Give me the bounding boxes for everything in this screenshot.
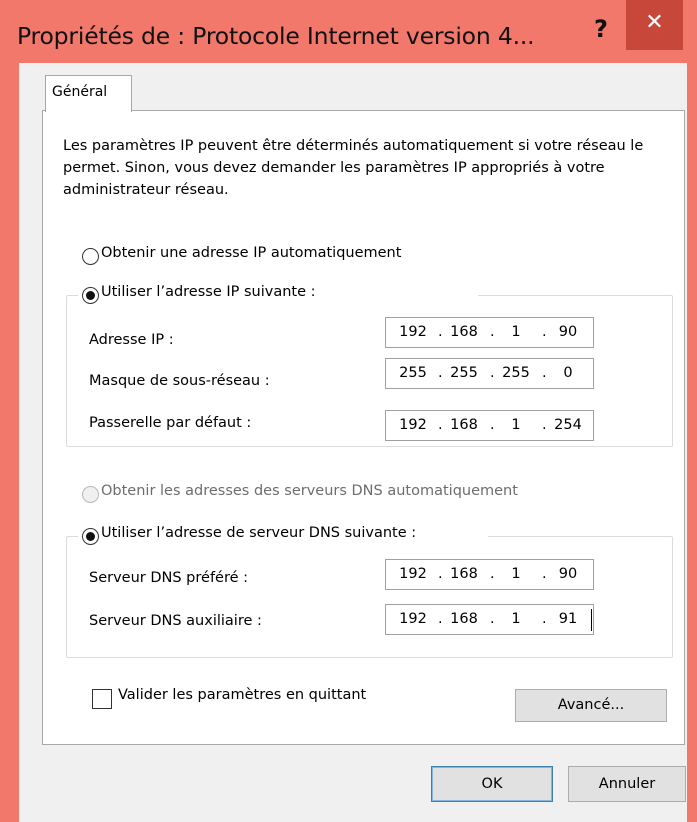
ip-octet: 255 — [502, 365, 530, 381]
ip-dot: . — [438, 417, 443, 433]
preferred-dns-label: Serveur DNS préféré : — [89, 570, 249, 586]
intro-text: Les paramètres IP peuvent être déterminé… — [63, 138, 644, 198]
ip-octet: 0 — [563, 365, 573, 381]
ip-octet: 168 — [450, 324, 478, 340]
ip-dot: . — [438, 365, 443, 381]
ip-manual-radio[interactable] — [82, 287, 99, 304]
ip-auto-radio[interactable] — [82, 248, 99, 265]
ip-dot: . — [542, 365, 547, 381]
dns-manual-radio[interactable] — [82, 528, 99, 545]
advanced-button-label: Avancé... — [557, 697, 625, 713]
close-button[interactable]: ✕ — [626, 0, 683, 50]
gateway-label: Passerelle par défaut : — [89, 415, 252, 431]
ip-dot: . — [490, 611, 495, 627]
ip-dot: . — [438, 324, 443, 340]
ip-octet: 192 — [399, 611, 427, 627]
ip-dot: . — [438, 566, 443, 582]
ip-octet: 255 — [450, 365, 478, 381]
cancel-button-label: Annuler — [598, 776, 656, 792]
ip-dot: . — [438, 611, 443, 627]
tab-general[interactable]: Général — [45, 75, 132, 112]
ip-octet: 1 — [511, 417, 521, 433]
ip-dot: . — [542, 324, 547, 340]
window-title: Propriétés de : Protocole Internet versi… — [17, 22, 535, 50]
ok-button-label: OK — [481, 776, 503, 792]
gateway-field[interactable]: 192 . 168 . 1 . 254 — [385, 410, 594, 441]
alternate-dns-field[interactable]: 192 . 168 . 1 . 91 — [385, 604, 594, 635]
ip-dot: . — [490, 365, 495, 381]
ip-address-label: Adresse IP : — [89, 332, 174, 348]
ip-octet: 192 — [399, 566, 427, 582]
help-icon[interactable]: ? — [586, 14, 616, 44]
ip-octet: 192 — [399, 417, 427, 433]
alternate-dns-label: Serveur DNS auxiliaire : — [89, 613, 262, 629]
preferred-dns-field[interactable]: 192 . 168 . 1 . 90 — [385, 559, 594, 590]
close-icon: ✕ — [645, 10, 664, 35]
ip-octet: 90 — [558, 324, 578, 340]
ip-dot: . — [542, 566, 547, 582]
ip-octet: 91 — [558, 611, 578, 627]
ip-octet: 90 — [558, 566, 578, 582]
ip-octet: 168 — [450, 566, 478, 582]
ip-dot: . — [490, 417, 495, 433]
ip-dot: . — [542, 417, 547, 433]
validate-checkbox[interactable] — [92, 689, 112, 709]
ip-octet: 192 — [399, 324, 427, 340]
cancel-button[interactable]: Annuler — [568, 766, 686, 802]
ip-manual-label[interactable]: Utiliser l’adresse IP suivante : — [101, 284, 316, 300]
dns-manual-label[interactable]: Utiliser l’adresse de serveur DNS suivan… — [101, 525, 416, 541]
ip-dot: . — [490, 566, 495, 582]
subnet-mask-label: Masque de sous-réseau : — [89, 373, 270, 389]
ip-octet: 1 — [511, 566, 521, 582]
ip-octet: 168 — [450, 417, 478, 433]
ip-octet: 168 — [450, 611, 478, 627]
ok-button[interactable]: OK — [431, 766, 553, 802]
ip-octet: 1 — [511, 324, 521, 340]
ip-octet: 254 — [554, 417, 582, 433]
ip-dot: . — [490, 324, 495, 340]
ip-dot: . — [542, 611, 547, 627]
ip-address-field[interactable]: 192 . 168 . 1 . 90 — [385, 317, 594, 348]
subnet-mask-field[interactable]: 255 . 255 . 255 . 0 — [385, 358, 594, 389]
dns-auto-radio[interactable] — [82, 486, 99, 503]
tab-general-label: Général — [52, 84, 108, 100]
ip-octet: 255 — [399, 365, 427, 381]
validate-label[interactable]: Valider les paramètres en quittant — [118, 687, 366, 703]
dns-group-box — [66, 536, 673, 658]
dns-auto-label[interactable]: Obtenir les adresses des serveurs DNS au… — [101, 483, 518, 499]
ip-auto-label[interactable]: Obtenir une adresse IP automatiquement — [101, 245, 401, 261]
ip-octet: 1 — [511, 611, 521, 627]
advanced-button[interactable]: Avancé... — [515, 689, 667, 722]
text-caret — [591, 609, 592, 631]
